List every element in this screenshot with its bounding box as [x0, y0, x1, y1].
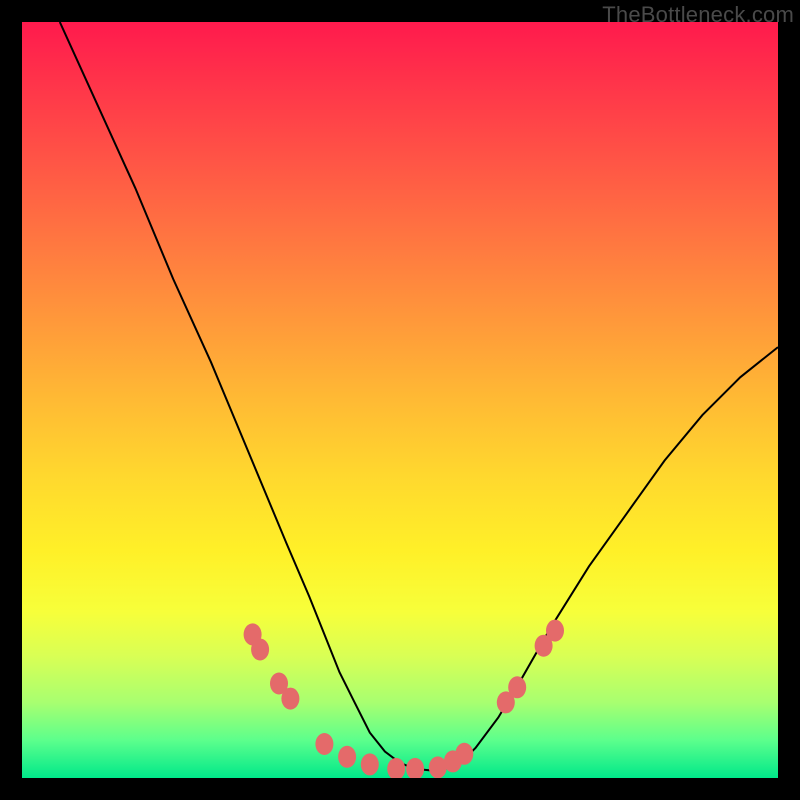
curve-markers [244, 620, 564, 778]
curve-marker [387, 758, 405, 778]
bottleneck-curve [60, 22, 778, 770]
curve-marker [455, 743, 473, 765]
curve-marker [508, 676, 526, 698]
curve-marker [361, 753, 379, 775]
curve-marker [281, 688, 299, 710]
curve-marker [406, 758, 424, 778]
curve-marker [251, 639, 269, 661]
curve-marker [546, 620, 564, 642]
watermark-text: TheBottleneck.com [602, 2, 794, 28]
curve-marker [338, 746, 356, 768]
chart-frame: TheBottleneck.com [0, 0, 800, 800]
curve-marker [315, 733, 333, 755]
chart-overlay [22, 22, 778, 778]
